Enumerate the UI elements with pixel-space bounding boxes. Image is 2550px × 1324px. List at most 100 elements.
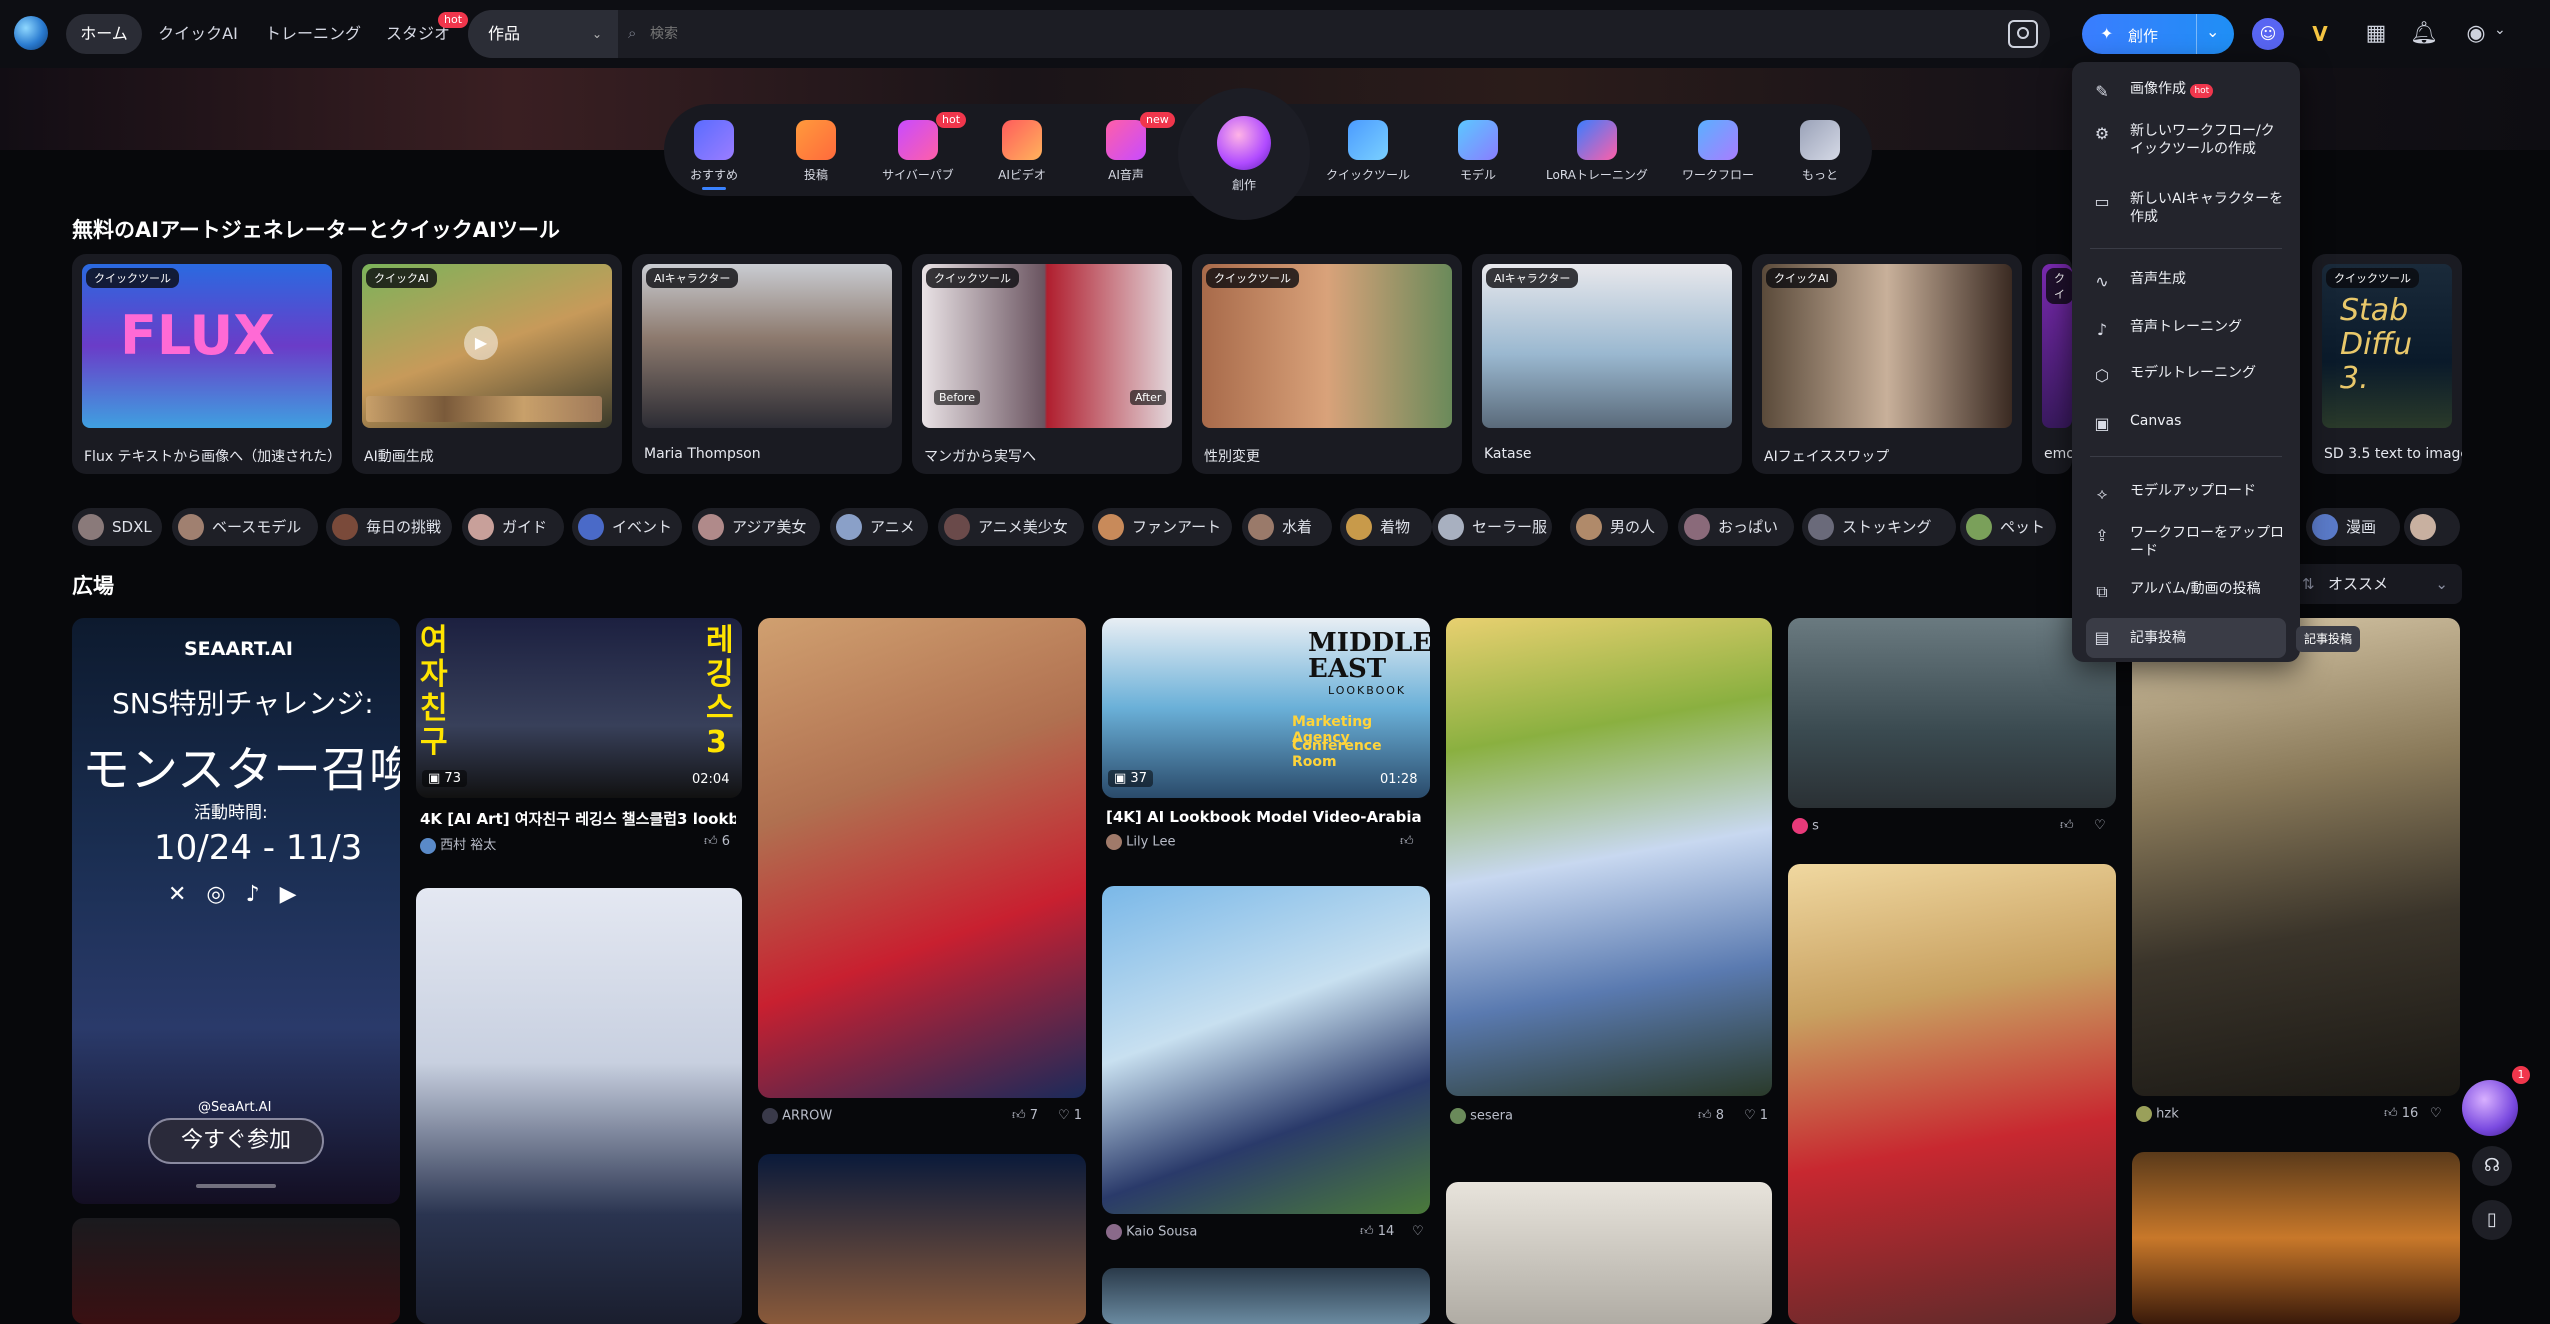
menu-item-voice-generate[interactable]: ∿ 音声生成 [2086,270,2286,291]
tool-card-manga-to-real[interactable]: Before After クイックツール マンガから実写へ [912,254,1182,474]
tag-manga[interactable]: 漫画 [2306,508,2400,546]
like-icon[interactable]: 👍︎ [2060,818,2074,833]
category-quick-tool[interactable]: クイックツール [1320,112,1416,190]
post-author[interactable]: sesera [1450,1108,1513,1124]
search-input[interactable] [648,18,1948,50]
like-count[interactable]: 👍︎ 7 [1012,1108,1038,1123]
category-model[interactable]: モデル [1430,112,1526,190]
menu-item-model-upload[interactable]: ⟡ モデルアップロード [2086,482,2286,503]
menu-item-model-training[interactable]: ⬡ モデルトレーニング [2086,364,2286,385]
post-card[interactable] [2132,1152,2460,1324]
tag-event[interactable]: イベント [572,508,682,546]
heart-icon[interactable]: ♡ [2094,818,2106,833]
tag-daily-challenge[interactable]: 毎日の挑戦 [326,508,452,546]
heart-icon[interactable]: ♡ [1412,1224,1424,1239]
apps-grid-icon[interactable]: ▦ [2360,18,2392,50]
menu-item-image-create[interactable]: ✎ 画像作成 hot [2086,80,2286,102]
tag-partial[interactable] [2404,508,2460,546]
post-card[interactable] [72,1218,400,1324]
tag-swimsuit[interactable]: 水着 [1242,508,1332,546]
join-now-button[interactable]: 今すぐ参加 [148,1118,324,1164]
like-count[interactable]: 👍︎ 6 [704,834,730,849]
chevron-down-icon[interactable]: ⌄ [2494,22,2506,38]
tag-man[interactable]: 男の人 [1570,508,1668,546]
tag-breasts[interactable]: おっぱい [1678,508,1794,546]
carousel-dots[interactable] [196,1184,276,1188]
heart-count[interactable]: ♡ 1 [1058,1108,1082,1123]
nav-tab-quick-ai[interactable]: クイックAI [152,14,244,54]
menu-item-article-post[interactable]: ▤ 記事投稿 [2086,618,2286,658]
tag-pet[interactable]: ペット [1960,508,2056,546]
post-card-video-1[interactable]: 여자친구 레깅스3 ▣ 73 02:04 [416,618,742,798]
menu-item-canvas[interactable]: ▣ Canvas [2086,412,2286,433]
discord-icon[interactable]: ☺ [2252,18,2284,50]
menu-item-new-ai-character[interactable]: ▭ 新しいAIキャラクターを作成 [2086,190,2286,226]
menu-item-album-post[interactable]: ⧉ アルバム/動画の投稿 [2086,580,2286,601]
category-ai-video[interactable]: AIビデオ [974,112,1070,190]
mobile-icon[interactable]: ▯ [2472,1200,2512,1240]
assistant-crystal-icon[interactable] [2462,1080,2518,1136]
menu-item-workflow-upload[interactable]: ⇪ ワークフローをアップロード [2086,524,2286,562]
like-count[interactable]: 👍︎ 8 [1698,1108,1724,1123]
tag-sdxl[interactable]: SDXL [72,508,162,546]
tool-card-sd35[interactable]: Stab Diffu 3. クイックツール SD 3.5 text to ima… [2312,254,2462,474]
create-button[interactable]: ✦ 創作 ⌄ [2082,14,2234,54]
post-card[interactable] [2132,618,2460,1096]
tool-card-ai-video[interactable]: ▶ クイックAI AI動画生成 [352,254,622,474]
post-card[interactable] [1446,1182,1772,1324]
tag-base-model[interactable]: ベースモデル [172,508,318,546]
category-create[interactable]: 創作 [1196,108,1292,192]
tag-anime-girl[interactable]: アニメ美少女 [938,508,1084,546]
category-recommended[interactable]: おすすめ [666,112,762,190]
tool-card-gender-swap[interactable]: クイックツール 性別変更 [1192,254,1462,474]
chevron-down-icon[interactable]: ⌄ [2206,22,2219,41]
post-card[interactable] [416,888,742,1324]
event-banner-card[interactable]: SEAART.AI SNS特別チャレンジ: モンスター召喚 活動時間: 10/2… [72,618,400,1204]
like-count[interactable]: 👍︎ 16 [2384,1106,2418,1121]
nav-tab-home[interactable]: ホーム [66,14,142,54]
menu-item-voice-training[interactable]: ♪ 音声トレーニング [2086,318,2286,339]
tag-asian-beauty[interactable]: アジア美女 [692,508,820,546]
headset-icon[interactable]: ☊ [2472,1146,2512,1186]
post-title[interactable]: 4K [AI Art] 여자친구 레깅스 챌스클럽3 lookb... [420,808,736,829]
tag-stockings[interactable]: ストッキング [1802,508,1956,546]
sort-select[interactable]: ⇅ オススメ ⌄ [2288,564,2462,604]
tool-card-emoji[interactable]: クイ emoji [2032,254,2072,474]
post-card[interactable] [1446,618,1772,1096]
post-card[interactable] [758,1154,1086,1324]
like-icon[interactable]: 👍︎ [1400,834,1414,849]
post-card[interactable] [1788,864,2116,1324]
post-author[interactable]: 西村 裕太 [420,834,496,854]
tool-card-katase[interactable]: AIキャラクター Katase [1472,254,1742,474]
bell-icon[interactable]: 🔔︎ [2408,18,2440,50]
avatar-icon[interactable]: ◉ [2460,18,2492,50]
tool-card-face-swap[interactable]: クイックAI AIフェイススワップ [1752,254,2022,474]
post-title[interactable]: [4K] AI Lookbook Model Video-Arabian-M..… [1106,808,1422,826]
post-author[interactable]: Lily Lee [1106,834,1175,850]
like-count[interactable]: 👍︎ 14 [1360,1224,1394,1239]
tool-card-flux[interactable]: FLUX クイックツール Flux テキストから画像へ（加速された） [72,254,342,474]
post-card[interactable] [1788,618,2116,808]
tag-fan-art[interactable]: ファンアート [1092,508,1232,546]
post-card[interactable] [1102,886,1430,1214]
tag-anime[interactable]: アニメ [830,508,928,546]
vip-icon[interactable]: V [2304,18,2336,50]
heart-icon[interactable]: ♡ [2430,1106,2442,1121]
search-category-select[interactable]: 作品 ⌄ [468,10,618,58]
tag-sailor-uniform[interactable]: セーラー服 [1432,508,1552,546]
post-author[interactable]: ARROW [762,1108,832,1124]
tag-guide[interactable]: ガイド [462,508,564,546]
camera-icon[interactable] [2008,20,2038,48]
post-author[interactable]: hzk [2136,1106,2179,1122]
tool-card-maria-thompson[interactable]: AIキャラクター Maria Thompson [632,254,902,474]
seaart-logo-icon[interactable] [14,16,48,50]
category-more[interactable]: もっと [1772,112,1868,190]
menu-item-new-workflow[interactable]: ⚙ 新しいワークフロー/クイックツールの作成 [2086,122,2286,176]
post-author[interactable]: Kaio Sousa [1106,1224,1197,1240]
category-workflow[interactable]: ワークフロー [1670,112,1766,190]
post-card[interactable] [1102,1268,1430,1324]
category-post[interactable]: 投稿 [768,112,864,190]
tag-kimono[interactable]: 着物 [1340,508,1432,546]
nav-tab-training[interactable]: トレーニング [258,14,368,54]
post-card[interactable] [758,618,1086,1098]
